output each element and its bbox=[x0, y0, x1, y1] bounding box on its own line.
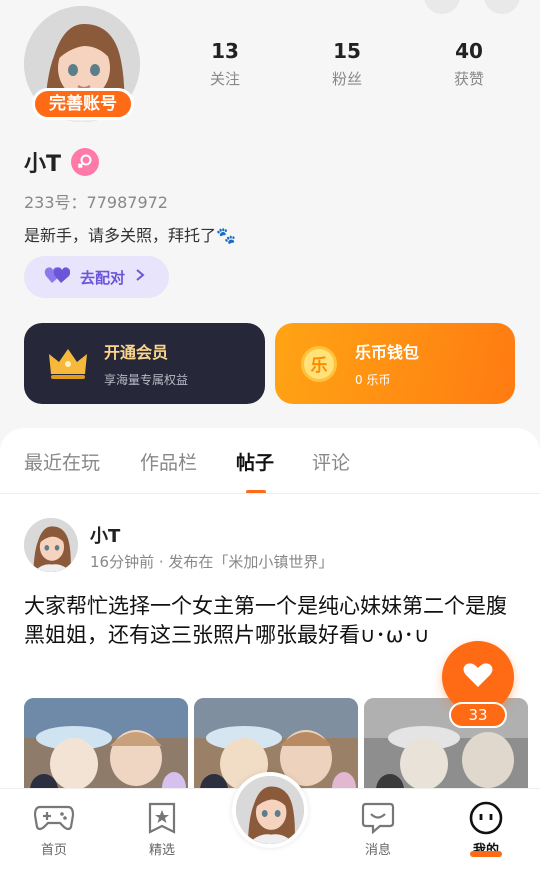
tab-comments[interactable]: 评论 bbox=[312, 448, 350, 475]
top-action-circle[interactable] bbox=[484, 0, 520, 14]
tabs-divider bbox=[0, 493, 540, 494]
coin-wallet-card[interactable]: 乐 乐币钱包 0 乐币 bbox=[275, 323, 515, 404]
center-avatar-button[interactable] bbox=[232, 772, 308, 858]
stat-following[interactable]: 13 关注 bbox=[164, 38, 286, 89]
nav-featured-label: 精选 bbox=[148, 843, 175, 858]
heart-icon bbox=[463, 662, 493, 692]
profile-stats: 13 关注 15 粉丝 40 获赞 bbox=[164, 38, 530, 89]
profile-bio: 是新手，请多关照，拜托了🐾 bbox=[24, 226, 236, 245]
top-action-buttons bbox=[424, 0, 520, 14]
gamepad-icon bbox=[24, 801, 84, 835]
crown-icon bbox=[46, 342, 90, 386]
tab-works[interactable]: 作品栏 bbox=[140, 448, 197, 475]
pair-button[interactable]: 去配对 bbox=[24, 256, 169, 298]
nav-messages-label: 消息 bbox=[364, 843, 391, 858]
stat-fans-count: 15 bbox=[333, 39, 361, 63]
profile-name-row: 小T bbox=[24, 146, 100, 178]
vip-card[interactable]: 开通会员 享海量专属权益 bbox=[24, 323, 265, 404]
stat-following-count: 13 bbox=[211, 39, 239, 63]
nav-home-label: 首页 bbox=[40, 843, 67, 858]
complete-account-badge[interactable]: 完善账号 bbox=[32, 88, 134, 120]
coin-icon-glyph: 乐 bbox=[301, 345, 337, 382]
nav-featured[interactable]: 精选 bbox=[132, 801, 192, 858]
vip-card-text: 开通会员 享海量专属权益 bbox=[104, 339, 188, 388]
tab-posts[interactable]: 帖子 bbox=[236, 448, 274, 475]
tab-recently-played[interactable]: 最近在玩 bbox=[24, 448, 100, 475]
vip-card-title: 开通会员 bbox=[104, 343, 169, 362]
profile-tabs: 最近在玩 作品栏 帖子 评论 bbox=[0, 448, 540, 494]
chevron-right-icon bbox=[135, 268, 145, 286]
wallet-card-text: 乐币钱包 0 乐币 bbox=[355, 339, 419, 388]
face-icon bbox=[456, 801, 516, 835]
chat-icon bbox=[348, 801, 408, 835]
nav-messages[interactable]: 消息 bbox=[348, 801, 408, 858]
coin-icon: 乐 bbox=[297, 342, 341, 386]
stat-likes[interactable]: 40 获赞 bbox=[408, 38, 530, 89]
wallet-card-title: 乐币钱包 bbox=[355, 343, 420, 362]
stat-following-label: 关注 bbox=[209, 70, 240, 88]
profile-name: 小T bbox=[24, 152, 62, 177]
stat-fans[interactable]: 15 粉丝 bbox=[286, 38, 408, 89]
post-author-avatar[interactable] bbox=[24, 518, 78, 572]
post-author-name[interactable]: 小T bbox=[90, 522, 120, 548]
top-action-circle[interactable] bbox=[424, 0, 460, 14]
double-heart-icon bbox=[44, 265, 71, 289]
nav-me[interactable]: 我的 bbox=[456, 801, 516, 858]
stat-likes-label: 获赞 bbox=[453, 70, 484, 88]
nav-home[interactable]: 首页 bbox=[24, 801, 84, 858]
pair-button-label: 去配对 bbox=[80, 268, 126, 287]
stat-fans-label: 粉丝 bbox=[331, 70, 362, 88]
star-bookmark-icon bbox=[132, 801, 192, 835]
vip-card-subtitle: 享海量专属权益 bbox=[104, 373, 189, 387]
post-text[interactable]: 大家帮忙选择一个女主第一个是纯心妹妹第二个是腹黑姐姐，还有这三张照片哪张最好看∪… bbox=[24, 592, 516, 650]
stat-likes-count: 40 bbox=[455, 39, 483, 63]
profile-uid: 233号：77987972 bbox=[24, 193, 168, 212]
wallet-card-balance: 0 乐币 bbox=[355, 373, 391, 387]
post-photo[interactable] bbox=[24, 698, 188, 793]
like-count-badge: 33 bbox=[449, 702, 507, 728]
active-nav-indicator bbox=[470, 851, 502, 857]
female-gender-icon bbox=[71, 148, 100, 176]
post-meta: 16分钟前 · 发布在「米加小镇世界」 bbox=[90, 553, 334, 571]
profile-avatar-block[interactable]: 完善账号 bbox=[24, 6, 140, 122]
